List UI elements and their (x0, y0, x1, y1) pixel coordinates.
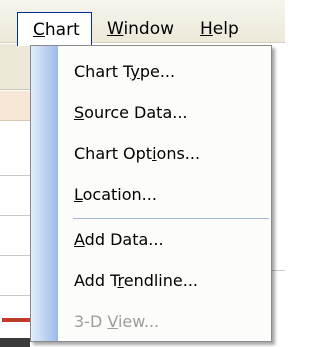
menu-item-chart-type[interactable]: Chart Type... (31, 53, 271, 91)
grid-line (0, 255, 30, 256)
toolbar-background (0, 44, 30, 90)
menu-item-label: Add Trendline... (74, 271, 198, 290)
menu-item-3d-view: 3-D View... (31, 303, 271, 341)
menu-help-label: elp (212, 19, 239, 39)
menu-help-mnemonic: H (200, 19, 213, 39)
menu-window[interactable]: Window (107, 14, 174, 44)
menu-item-add-data[interactable]: Add Data... (31, 221, 271, 259)
menu-item-label: Add Data... (74, 230, 164, 249)
menu-bar: Chart Window Help (0, 0, 285, 46)
menu-item-location[interactable]: Location... (31, 176, 271, 214)
grid-line (272, 270, 285, 271)
worksheet-grid (0, 122, 30, 347)
menu-chart-mnemonic: C (33, 20, 45, 40)
menu-item-label: 3-D View... (74, 312, 160, 331)
grid-line (0, 175, 30, 176)
menu-item-label: Chart Type... (74, 62, 176, 81)
menu-item-label: Source Data... (74, 103, 188, 122)
menu-item-label: Chart Options... (74, 144, 201, 163)
menu-window-label: indow (123, 19, 175, 39)
grid-line (0, 215, 30, 216)
menu-chart[interactable]: Chart (17, 12, 92, 46)
grid-line (0, 295, 30, 296)
menu-item-add-trendline[interactable]: Add Trendline... (31, 262, 271, 300)
menu-item-chart-options[interactable]: Chart Options... (31, 135, 271, 173)
menu-separator (73, 218, 269, 219)
column-header-strip (0, 91, 30, 121)
chart-fragment (0, 338, 30, 347)
menu-window-mnemonic: W (107, 19, 124, 39)
menu-chart-label: hart (44, 20, 80, 40)
menu-item-label: Location... (74, 185, 157, 204)
menu-help[interactable]: Help (200, 14, 239, 44)
chart-series-mark (2, 318, 30, 322)
menu-item-source-data[interactable]: Source Data... (31, 94, 271, 132)
chart-menu-dropdown: Chart Type... Source Data... Chart Optio… (30, 45, 272, 342)
